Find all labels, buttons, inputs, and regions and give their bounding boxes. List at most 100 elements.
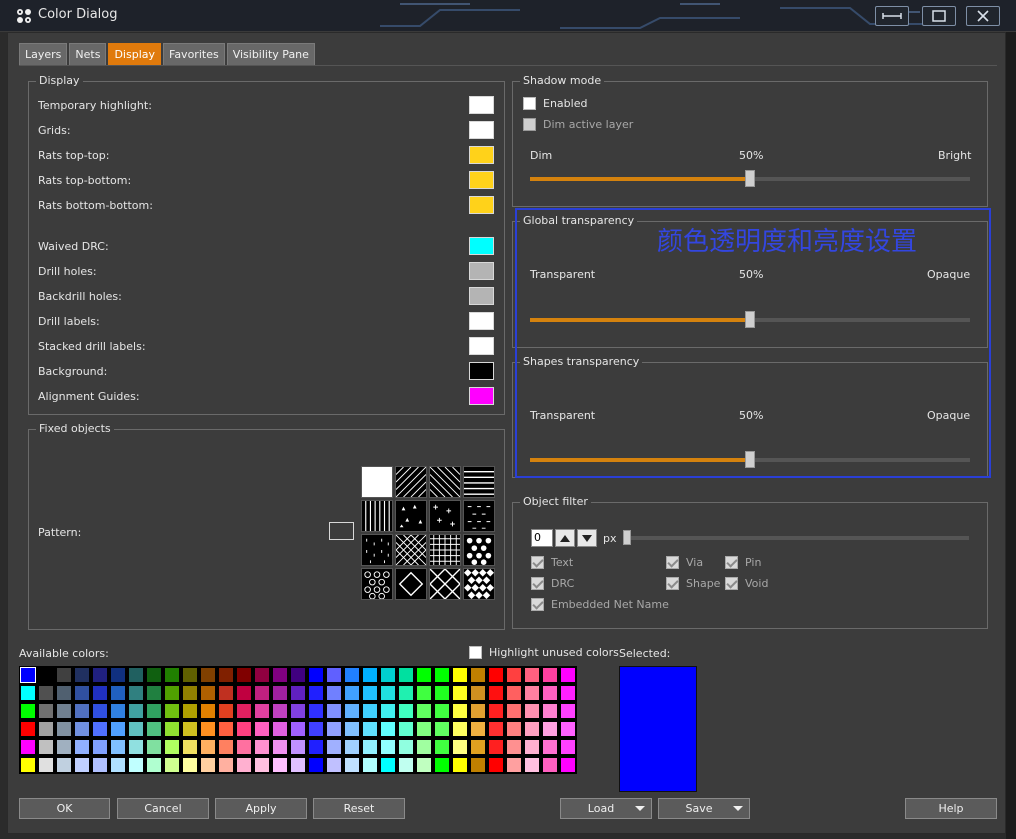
palette-color-cell[interactable] (541, 684, 559, 702)
palette-color-cell[interactable] (145, 666, 163, 684)
palette-color-cell[interactable] (415, 756, 433, 774)
palette-color-cell[interactable] (235, 738, 253, 756)
filter-embedded-net-row[interactable]: Embedded Net Name (531, 598, 669, 611)
palette-color-cell[interactable] (343, 702, 361, 720)
palette-color-cell[interactable] (235, 702, 253, 720)
palette-color-cell[interactable] (19, 684, 37, 702)
palette-color-cell[interactable] (325, 702, 343, 720)
palette-color-cell[interactable] (433, 756, 451, 774)
palette-color-cell[interactable] (343, 756, 361, 774)
display-item-color-swatch[interactable] (469, 337, 494, 355)
enabled-checkbox-row[interactable]: Enabled (523, 97, 587, 110)
palette-color-cell[interactable] (163, 756, 181, 774)
palette-color-cell[interactable] (541, 756, 559, 774)
palette-color-cell[interactable] (307, 702, 325, 720)
palette-color-cell[interactable] (379, 720, 397, 738)
pattern-tile[interactable] (395, 500, 427, 532)
display-item-color-swatch[interactable] (469, 387, 494, 405)
palette-color-cell[interactable] (451, 756, 469, 774)
palette-color-cell[interactable] (289, 666, 307, 684)
palette-color-cell[interactable] (199, 666, 217, 684)
palette-color-cell[interactable] (343, 738, 361, 756)
display-item-color-swatch[interactable] (469, 312, 494, 330)
palette-color-cell[interactable] (73, 684, 91, 702)
highlight-unused-checkbox[interactable] (469, 646, 482, 659)
display-item-color-swatch[interactable] (469, 121, 494, 139)
palette-color-cell[interactable] (199, 684, 217, 702)
filter-via-row[interactable]: Via (666, 556, 703, 569)
palette-color-cell[interactable] (505, 666, 523, 684)
filter-embedded-net-checkbox[interactable] (531, 598, 544, 611)
palette-color-cell[interactable] (19, 738, 37, 756)
tab-display[interactable]: Display (108, 43, 161, 65)
palette-color-cell[interactable] (127, 756, 145, 774)
palette-color-cell[interactable] (541, 666, 559, 684)
palette-color-cell[interactable] (181, 720, 199, 738)
palette-color-cell[interactable] (163, 666, 181, 684)
save-button[interactable]: Save (658, 798, 750, 819)
pattern-tile[interactable] (429, 568, 461, 600)
palette-color-cell[interactable] (451, 720, 469, 738)
load-button[interactable]: Load (560, 798, 652, 819)
palette-color-cell[interactable] (73, 702, 91, 720)
palette-color-cell[interactable] (325, 738, 343, 756)
filter-via-checkbox[interactable] (666, 556, 679, 569)
palette-color-cell[interactable] (307, 666, 325, 684)
palette-color-cell[interactable] (19, 666, 37, 684)
palette-color-cell[interactable] (253, 666, 271, 684)
palette-color-cell[interactable] (127, 738, 145, 756)
palette-color-cell[interactable] (559, 684, 577, 702)
display-item-color-swatch[interactable] (469, 362, 494, 380)
pattern-tile[interactable] (463, 568, 495, 600)
palette-color-cell[interactable] (433, 738, 451, 756)
palette-color-cell[interactable] (289, 702, 307, 720)
palette-color-cell[interactable] (91, 666, 109, 684)
palette-color-cell[interactable] (307, 756, 325, 774)
display-item-color-swatch[interactable] (469, 171, 494, 189)
palette-color-cell[interactable] (469, 702, 487, 720)
palette-color-cell[interactable] (307, 684, 325, 702)
pattern-color-swatch[interactable] (329, 522, 354, 540)
palette-color-cell[interactable] (37, 666, 55, 684)
palette-color-cell[interactable] (487, 666, 505, 684)
palette-color-cell[interactable] (271, 738, 289, 756)
palette-color-cell[interactable] (523, 666, 541, 684)
palette-color-cell[interactable] (397, 666, 415, 684)
filter-shape-checkbox[interactable] (666, 577, 679, 590)
pattern-tile[interactable] (361, 534, 393, 566)
palette-color-cell[interactable] (55, 702, 73, 720)
filter-text-row[interactable]: Text (531, 556, 573, 569)
filter-void-checkbox[interactable] (725, 577, 738, 590)
palette-color-cell[interactable] (163, 738, 181, 756)
dim-active-checkbox[interactable] (523, 118, 536, 131)
palette-color-cell[interactable] (127, 702, 145, 720)
palette-color-cell[interactable] (469, 756, 487, 774)
filter-drc-checkbox[interactable] (531, 577, 544, 590)
help-button[interactable]: Help (905, 798, 997, 819)
size-stepper[interactable]: 0 (531, 529, 597, 547)
dim-active-checkbox-row[interactable]: Dim active layer (523, 118, 633, 131)
pattern-tile[interactable] (429, 466, 461, 498)
palette-color-cell[interactable] (109, 702, 127, 720)
palette-color-cell[interactable] (505, 738, 523, 756)
palette-color-cell[interactable] (433, 684, 451, 702)
palette-color-cell[interactable] (163, 684, 181, 702)
palette-color-cell[interactable] (199, 702, 217, 720)
palette-color-cell[interactable] (559, 756, 577, 774)
palette-color-cell[interactable] (37, 702, 55, 720)
palette-color-cell[interactable] (199, 720, 217, 738)
palette-color-cell[interactable] (235, 684, 253, 702)
palette-color-cell[interactable] (523, 702, 541, 720)
palette-color-cell[interactable] (397, 684, 415, 702)
palette-color-cell[interactable] (37, 738, 55, 756)
palette-color-cell[interactable] (433, 666, 451, 684)
filter-text-checkbox[interactable] (531, 556, 544, 569)
palette-color-cell[interactable] (415, 666, 433, 684)
palette-color-cell[interactable] (217, 702, 235, 720)
palette-color-cell[interactable] (325, 756, 343, 774)
palette-color-cell[interactable] (379, 666, 397, 684)
palette-color-cell[interactable] (433, 702, 451, 720)
palette-color-cell[interactable] (181, 702, 199, 720)
palette-color-cell[interactable] (361, 756, 379, 774)
palette-color-cell[interactable] (559, 720, 577, 738)
